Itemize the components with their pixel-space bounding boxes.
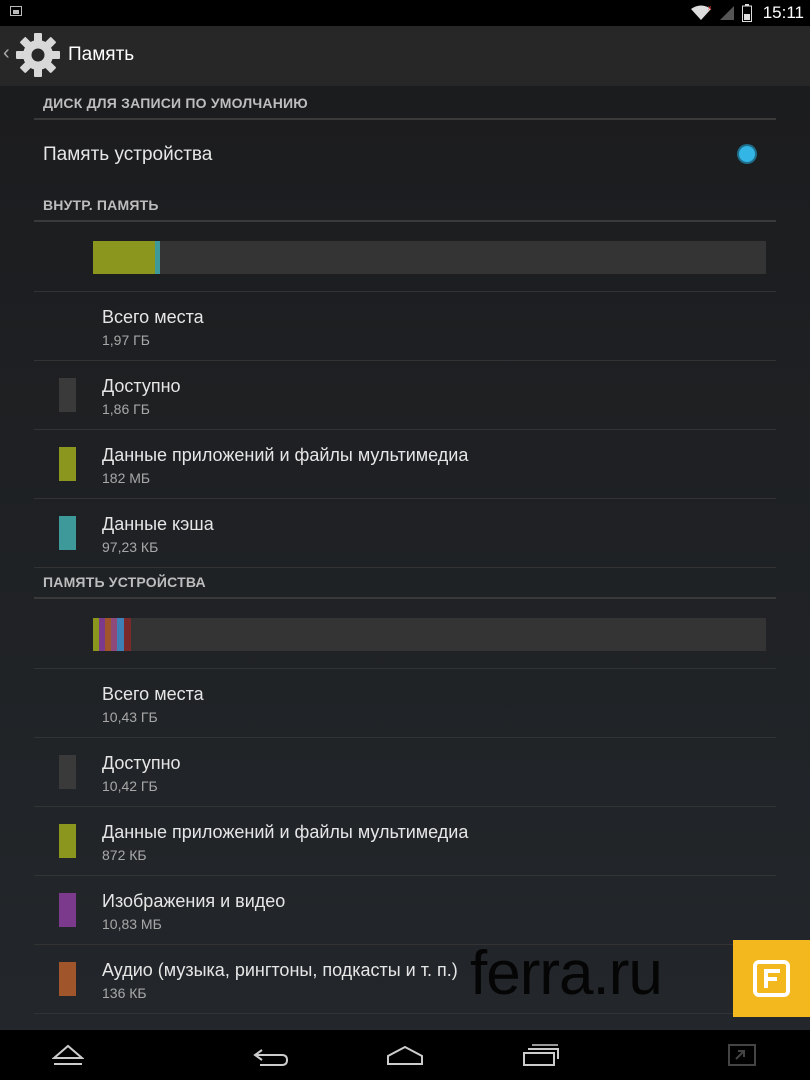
recent-apps-icon[interactable] [522, 1044, 560, 1066]
item-title: Изображения и видео [102, 891, 286, 911]
battery-icon [741, 4, 752, 22]
color-swatch-images [59, 893, 76, 927]
list-item-apps[interactable]: Данные приложений и файлы мультимедиа 87… [34, 807, 776, 876]
section-header-device: ПАМЯТЬ УСТРОЙСТВА [34, 565, 776, 599]
image-notification-icon [10, 6, 22, 16]
color-swatch-apps [59, 447, 76, 481]
list-item-total[interactable]: Всего места 10,43 ГБ [34, 669, 776, 738]
item-title: Данные приложений и файлы мультимедиа [102, 822, 469, 842]
wifi-icon: x [690, 5, 712, 20]
internal-usage-bar-row [34, 222, 776, 292]
screen-compat-icon[interactable] [728, 1044, 756, 1066]
item-title: Доступно [102, 753, 181, 773]
section-header-label: ПАМЯТЬ УСТРОЙСТВА [43, 574, 206, 590]
item-title: Доступно [102, 376, 181, 396]
usage-segment-other [117, 618, 124, 651]
list-item-audio[interactable]: Аудио (музыка, рингтоны, подкасты и т. п… [34, 945, 776, 1014]
list-item-cache[interactable]: Данные кэша 97,23 КБ [34, 499, 776, 568]
gear-icon[interactable] [14, 31, 62, 79]
section-header-label: ДИСК ДЛЯ ЗАПИСИ ПО УМОЛЧАНИЮ [43, 95, 308, 111]
navigation-bar [0, 1030, 810, 1080]
item-value: 182 МБ [102, 470, 151, 486]
item-title: Всего места [102, 307, 204, 327]
item-value: 136 КБ [102, 985, 147, 1001]
section-header-internal: ВНУТР. ПАМЯТЬ [34, 188, 776, 222]
watermark-text: ferra.ru [470, 939, 663, 1008]
list-item-apps[interactable]: Данные приложений и файлы мультимедиа 18… [34, 430, 776, 499]
color-swatch-cache [59, 516, 76, 550]
clock: 15:11 [762, 3, 804, 22]
item-value: 97,23 КБ [102, 539, 159, 555]
section-header-default-disk: ДИСК ДЛЯ ЗАПИСИ ПО УМОЛЧАНИЮ [34, 86, 776, 120]
home-icon[interactable] [385, 1044, 425, 1066]
color-swatch-available [59, 755, 76, 789]
item-value: 10,83 МБ [102, 916, 162, 932]
item-value: 872 КБ [102, 847, 147, 863]
storage-settings-list: ДИСК ДЛЯ ЗАПИСИ ПО УМОЛЧАНИЮ Память устр… [0, 86, 810, 1030]
internal-usage-bar [93, 241, 766, 274]
item-title: Всего места [102, 684, 204, 704]
list-item-available[interactable]: Доступно 1,86 ГБ [34, 361, 776, 430]
color-swatch-audio [59, 962, 76, 996]
color-swatch-available [59, 378, 76, 412]
watermark-logo [733, 940, 810, 1017]
item-title: Данные кэша [102, 514, 214, 534]
radio-selected-icon[interactable] [739, 146, 755, 162]
device-usage-bar-row [34, 599, 776, 669]
action-bar: ‹ Память [0, 26, 810, 86]
signal-icon [719, 6, 734, 20]
ferra-logo-icon [753, 960, 790, 997]
page-title: Память [68, 44, 135, 65]
status-bar: x 15:11 [0, 0, 810, 26]
item-value: 1,86 ГБ [102, 401, 150, 417]
item-title: Данные приложений и файлы мультимедиа [102, 445, 469, 465]
color-swatch-apps [59, 824, 76, 858]
device-usage-bar [93, 618, 766, 651]
item-value: 10,42 ГБ [102, 778, 158, 794]
option-label: Память устройства [43, 144, 213, 165]
item-value: 10,43 ГБ [102, 709, 158, 725]
item-value: 1,97 ГБ [102, 332, 150, 348]
back-icon[interactable] [252, 1044, 290, 1068]
back-caret-icon[interactable]: ‹ [3, 42, 10, 65]
section-header-label: ВНУТР. ПАМЯТЬ [43, 197, 159, 213]
usage-segment-misc [124, 618, 131, 651]
svg-text:x: x [708, 5, 712, 12]
item-title: Аудио (музыка, рингтоны, подкасты и т. п… [102, 960, 458, 980]
usage-segment-apps [93, 241, 155, 274]
list-item-available[interactable]: Доступно 10,42 ГБ [34, 738, 776, 807]
usage-segment-cache [155, 241, 160, 274]
list-item-images-video[interactable]: Изображения и видео 10,83 МБ [34, 876, 776, 945]
list-item-total[interactable]: Всего места 1,97 ГБ [34, 292, 776, 361]
collapse-up-icon[interactable] [52, 1044, 84, 1066]
default-disk-option[interactable]: Память устройства [34, 120, 776, 188]
